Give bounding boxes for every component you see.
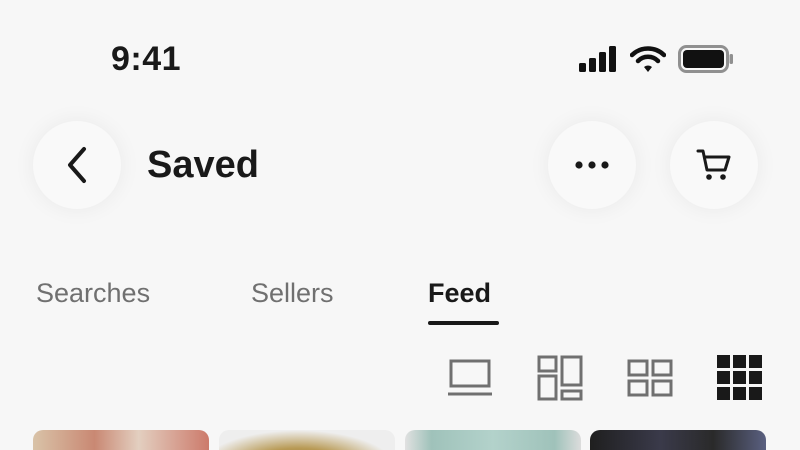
- tab-sellers[interactable]: Sellers: [251, 276, 334, 310]
- view-masonry-button[interactable]: [535, 354, 585, 402]
- wifi-icon: [630, 46, 666, 72]
- tab-selected-indicator: [428, 321, 499, 325]
- masonry-view-icon: [537, 355, 583, 401]
- cellular-signal-icon: [579, 46, 616, 72]
- feed-item-image[interactable]: [219, 430, 395, 450]
- back-button[interactable]: [33, 121, 121, 209]
- feed-item-image[interactable]: [590, 430, 766, 450]
- more-options-button[interactable]: [548, 121, 636, 209]
- cart-button[interactable]: [670, 121, 758, 209]
- cart-icon: [696, 149, 731, 180]
- chevron-left-icon: [68, 147, 86, 183]
- feed-item-image[interactable]: [33, 430, 209, 450]
- view-grid-2-button[interactable]: [625, 354, 675, 402]
- view-list-button[interactable]: [445, 354, 495, 402]
- grid-2-view-icon: [627, 359, 673, 397]
- feed-item-image[interactable]: [405, 430, 581, 450]
- status-time: 9:41: [111, 40, 182, 78]
- page-title: Saved: [147, 144, 259, 186]
- tab-feed[interactable]: Feed: [428, 276, 491, 310]
- saved-screen: 9:41 Saved Searches Sellers Feed: [0, 0, 800, 450]
- list-view-icon: [448, 359, 492, 396]
- grid-3-view-icon: [717, 355, 762, 400]
- status-icons: [578, 44, 734, 74]
- battery-icon: [678, 45, 733, 73]
- view-grid-3-button[interactable]: [715, 354, 765, 402]
- more-horizontal-icon: [575, 161, 609, 169]
- tab-searches[interactable]: Searches: [36, 276, 150, 310]
